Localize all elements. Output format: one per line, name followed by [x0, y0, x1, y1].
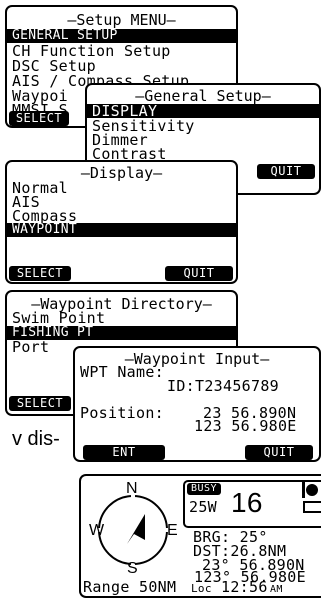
- wpt-ent-button[interactable]: ENT: [83, 445, 165, 460]
- setup-item-ch-function[interactable]: CH Function Setup: [12, 44, 171, 59]
- general-item-contrast[interactable]: Contrast: [92, 147, 167, 162]
- message-icon: [303, 501, 321, 513]
- setup-item-general-setup[interactable]: GENERAL SETUP: [7, 29, 236, 43]
- general-setup-title: –General Setup–: [135, 87, 271, 105]
- wpt-quit-button[interactable]: QUIT: [245, 445, 313, 460]
- local-time: 12:56: [221, 578, 268, 596]
- compass-east: E: [167, 522, 178, 539]
- busy-badge: BUSY: [187, 483, 221, 495]
- general-item-display[interactable]: DISPLAY: [87, 104, 319, 119]
- directory-item-swim-point[interactable]: Swim Point: [12, 311, 105, 326]
- directory-item-port[interactable]: Port: [12, 340, 49, 355]
- compass-west: W: [89, 522, 105, 539]
- display-menu-title: –Display–: [80, 164, 163, 182]
- display-item-waypoint[interactable]: WAYPOINT: [7, 223, 236, 237]
- local-time-ampm: AM: [270, 584, 283, 595]
- gps-icon: [306, 484, 318, 496]
- setup-item-dsc[interactable]: DSC Setup: [12, 59, 96, 74]
- range-label: Range 50NM: [83, 578, 177, 596]
- compass-south: S: [127, 560, 138, 577]
- side-text: v dis-: [12, 428, 60, 450]
- display-quit-button[interactable]: QUIT: [165, 266, 233, 281]
- waypoint-input-screen: –Waypoint Input– WPT Name: ID: T23456789…: [73, 346, 321, 462]
- gps-icon-bar: [302, 482, 305, 498]
- channel-number: 16: [231, 487, 263, 518]
- general-quit-button[interactable]: QUIT: [257, 164, 315, 179]
- loc-label: Loc: [191, 582, 212, 595]
- compass-screen: N S W E Range 50NM BUSY 25W 16 BRG: 25° …: [79, 474, 321, 598]
- display-menu-screen: –Display– Normal AIS Compass WAYPOINT SE…: [5, 160, 238, 284]
- directory-select-button[interactable]: SELECT: [9, 396, 71, 411]
- wpt-position-label: Position:: [80, 404, 164, 422]
- wpt-id-label: ID:: [167, 377, 195, 395]
- wpt-longitude[interactable]: 123 56.980E: [194, 419, 297, 434]
- wpt-name-label: WPT Name:: [80, 363, 164, 381]
- wind-label: 25W: [189, 498, 217, 516]
- setup-menu-title: –Setup MENU–: [67, 11, 176, 29]
- display-select-button[interactable]: SELECT: [9, 266, 71, 281]
- display-item-compass[interactable]: Compass: [12, 209, 77, 224]
- setup-select-button[interactable]: SELECT: [9, 111, 69, 126]
- compass-north: N: [126, 480, 138, 497]
- heading-arrow: [127, 514, 145, 544]
- wpt-id-value[interactable]: T23456789: [195, 379, 279, 394]
